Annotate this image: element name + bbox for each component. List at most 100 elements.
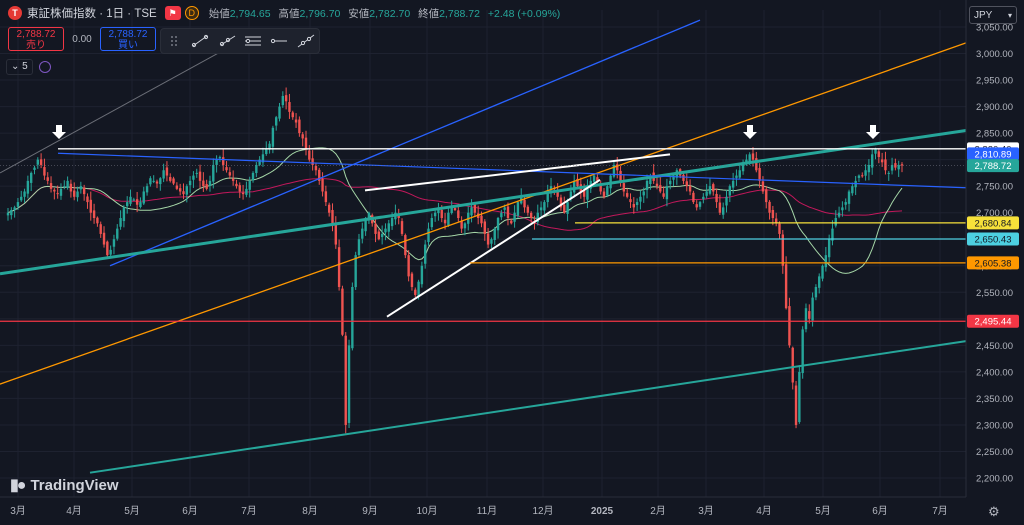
candle-body <box>334 223 337 245</box>
candle-body <box>321 178 324 192</box>
time-axis[interactable]: 3月 4月 5月 6月 7月 8月 9月 10月 11月 12月 2025 2月 3月 4月 5月 6月 7月 <box>0 496 966 517</box>
trend-line-icon[interactable] <box>191 34 209 48</box>
candle-body <box>20 196 23 201</box>
candle-body <box>827 239 831 258</box>
price-label-text: 2,788.72 <box>975 161 1012 172</box>
candle-body <box>486 233 490 245</box>
candle-body <box>122 207 126 222</box>
symbol-title[interactable]: 東証株価指数 · 1日 · TSE <box>27 5 157 21</box>
candle-body <box>808 311 811 319</box>
teal-lower-trend-line[interactable] <box>89 340 967 474</box>
candle-body <box>327 204 331 213</box>
gear-icon[interactable]: ⚙ <box>988 505 1002 519</box>
time-tick: 9月 <box>362 505 378 517</box>
candle-body <box>76 191 79 198</box>
candle-body <box>834 218 837 226</box>
ohlc-values: 始値2,794.65 高値2,796.70 安値2,782.70 終値2,788… <box>209 6 561 21</box>
candle-body <box>526 206 530 213</box>
candle-body <box>235 183 238 187</box>
exchange-logo-icon: T <box>8 6 22 20</box>
candle-body <box>265 149 268 155</box>
candle-body <box>722 207 725 215</box>
horizontal-lines-icon[interactable] <box>244 34 262 48</box>
candle-body <box>361 228 364 239</box>
candle-body <box>182 191 185 195</box>
candle-body <box>198 171 202 181</box>
ray-icon[interactable] <box>218 34 236 48</box>
candle-body <box>291 112 294 118</box>
candle-body <box>46 177 49 181</box>
chevron-down-icon: ⌄ <box>11 61 20 72</box>
candle-body <box>162 170 165 179</box>
blue-resistance-line[interactable] <box>57 152 967 189</box>
candle-body <box>702 196 705 200</box>
candle-body <box>837 212 841 217</box>
orange-trend-line[interactable] <box>0 42 967 385</box>
sell-label: 売り <box>26 40 46 51</box>
price-tick: 2,300.00 <box>976 420 1013 431</box>
candle-body <box>844 202 847 205</box>
indicators-toggle[interactable]: ⌄ 5 <box>6 59 33 75</box>
price-tick: 2,200.00 <box>976 474 1013 485</box>
price-tick: 2,900.00 <box>976 102 1013 113</box>
blue-channel-line[interactable] <box>109 19 701 267</box>
candle-body <box>284 95 288 102</box>
currency-select[interactable]: JPY ▾ <box>969 6 1017 24</box>
candle-body <box>784 264 788 309</box>
horizontal-ray-icon[interactable] <box>270 34 288 48</box>
sell-button[interactable]: 2,788.72 売り <box>8 27 64 51</box>
candle-body <box>851 186 854 194</box>
candle-body <box>29 172 33 183</box>
candle-body <box>86 196 89 203</box>
candle-body <box>460 221 463 229</box>
symbol-header: T 東証株価指数 · 1日 · TSE ⚑ D 始値2,794.65 高値2,7… <box>0 0 560 26</box>
candle-body <box>738 170 741 178</box>
candle-body <box>215 159 218 165</box>
candle-body <box>433 212 437 217</box>
candle-body <box>443 219 447 224</box>
candle-body <box>665 186 669 200</box>
currency-value: JPY <box>974 9 993 21</box>
candle-body <box>814 286 818 298</box>
candle-body <box>96 217 99 224</box>
candle-body <box>351 286 354 349</box>
candle-body <box>311 158 314 165</box>
candle-body <box>718 202 722 213</box>
drag-handle-icon[interactable] <box>165 34 183 48</box>
candle-body <box>662 193 665 197</box>
candle-body <box>712 184 715 192</box>
candle-body <box>765 189 768 203</box>
low-label: 安値 <box>348 7 370 20</box>
d-badge[interactable]: D <box>184 6 199 20</box>
drawing-layer[interactable] <box>0 19 967 474</box>
candle-body <box>424 244 427 264</box>
candle-body <box>645 180 649 191</box>
candle-body <box>13 207 16 211</box>
drawing-toolbar <box>160 28 320 54</box>
indicator-dot-icon[interactable] <box>38 61 51 73</box>
candle-body <box>202 180 205 187</box>
candle-body <box>188 180 192 186</box>
price-tick: 3,000.00 <box>976 49 1013 60</box>
candle-body <box>420 265 424 285</box>
candle-body <box>804 308 808 330</box>
flag-icon[interactable]: ⚑ <box>164 6 181 20</box>
price-chart[interactable]: 3,050.00 3,000.00 2,950.00 2,900.00 2,850.00… <box>0 0 1024 525</box>
candle-body <box>33 167 36 170</box>
high-label: 高値 <box>278 7 300 20</box>
candle-body <box>159 178 162 185</box>
candle-body <box>669 180 672 185</box>
candle-body <box>513 212 516 222</box>
candle-body <box>271 127 275 147</box>
buy-button[interactable]: 2,788.72 買い <box>100 27 156 51</box>
candle-body <box>602 191 606 197</box>
candle-body <box>59 188 63 196</box>
candle-body <box>308 150 311 160</box>
price-label-text: 2,650.43 <box>975 235 1012 246</box>
extended-line-icon[interactable] <box>297 34 315 48</box>
candle-body <box>430 218 434 228</box>
candle-body <box>480 215 483 224</box>
candle-body <box>698 202 702 207</box>
candle-body <box>563 204 566 213</box>
sell-price: 2,788.72 <box>16 29 56 40</box>
